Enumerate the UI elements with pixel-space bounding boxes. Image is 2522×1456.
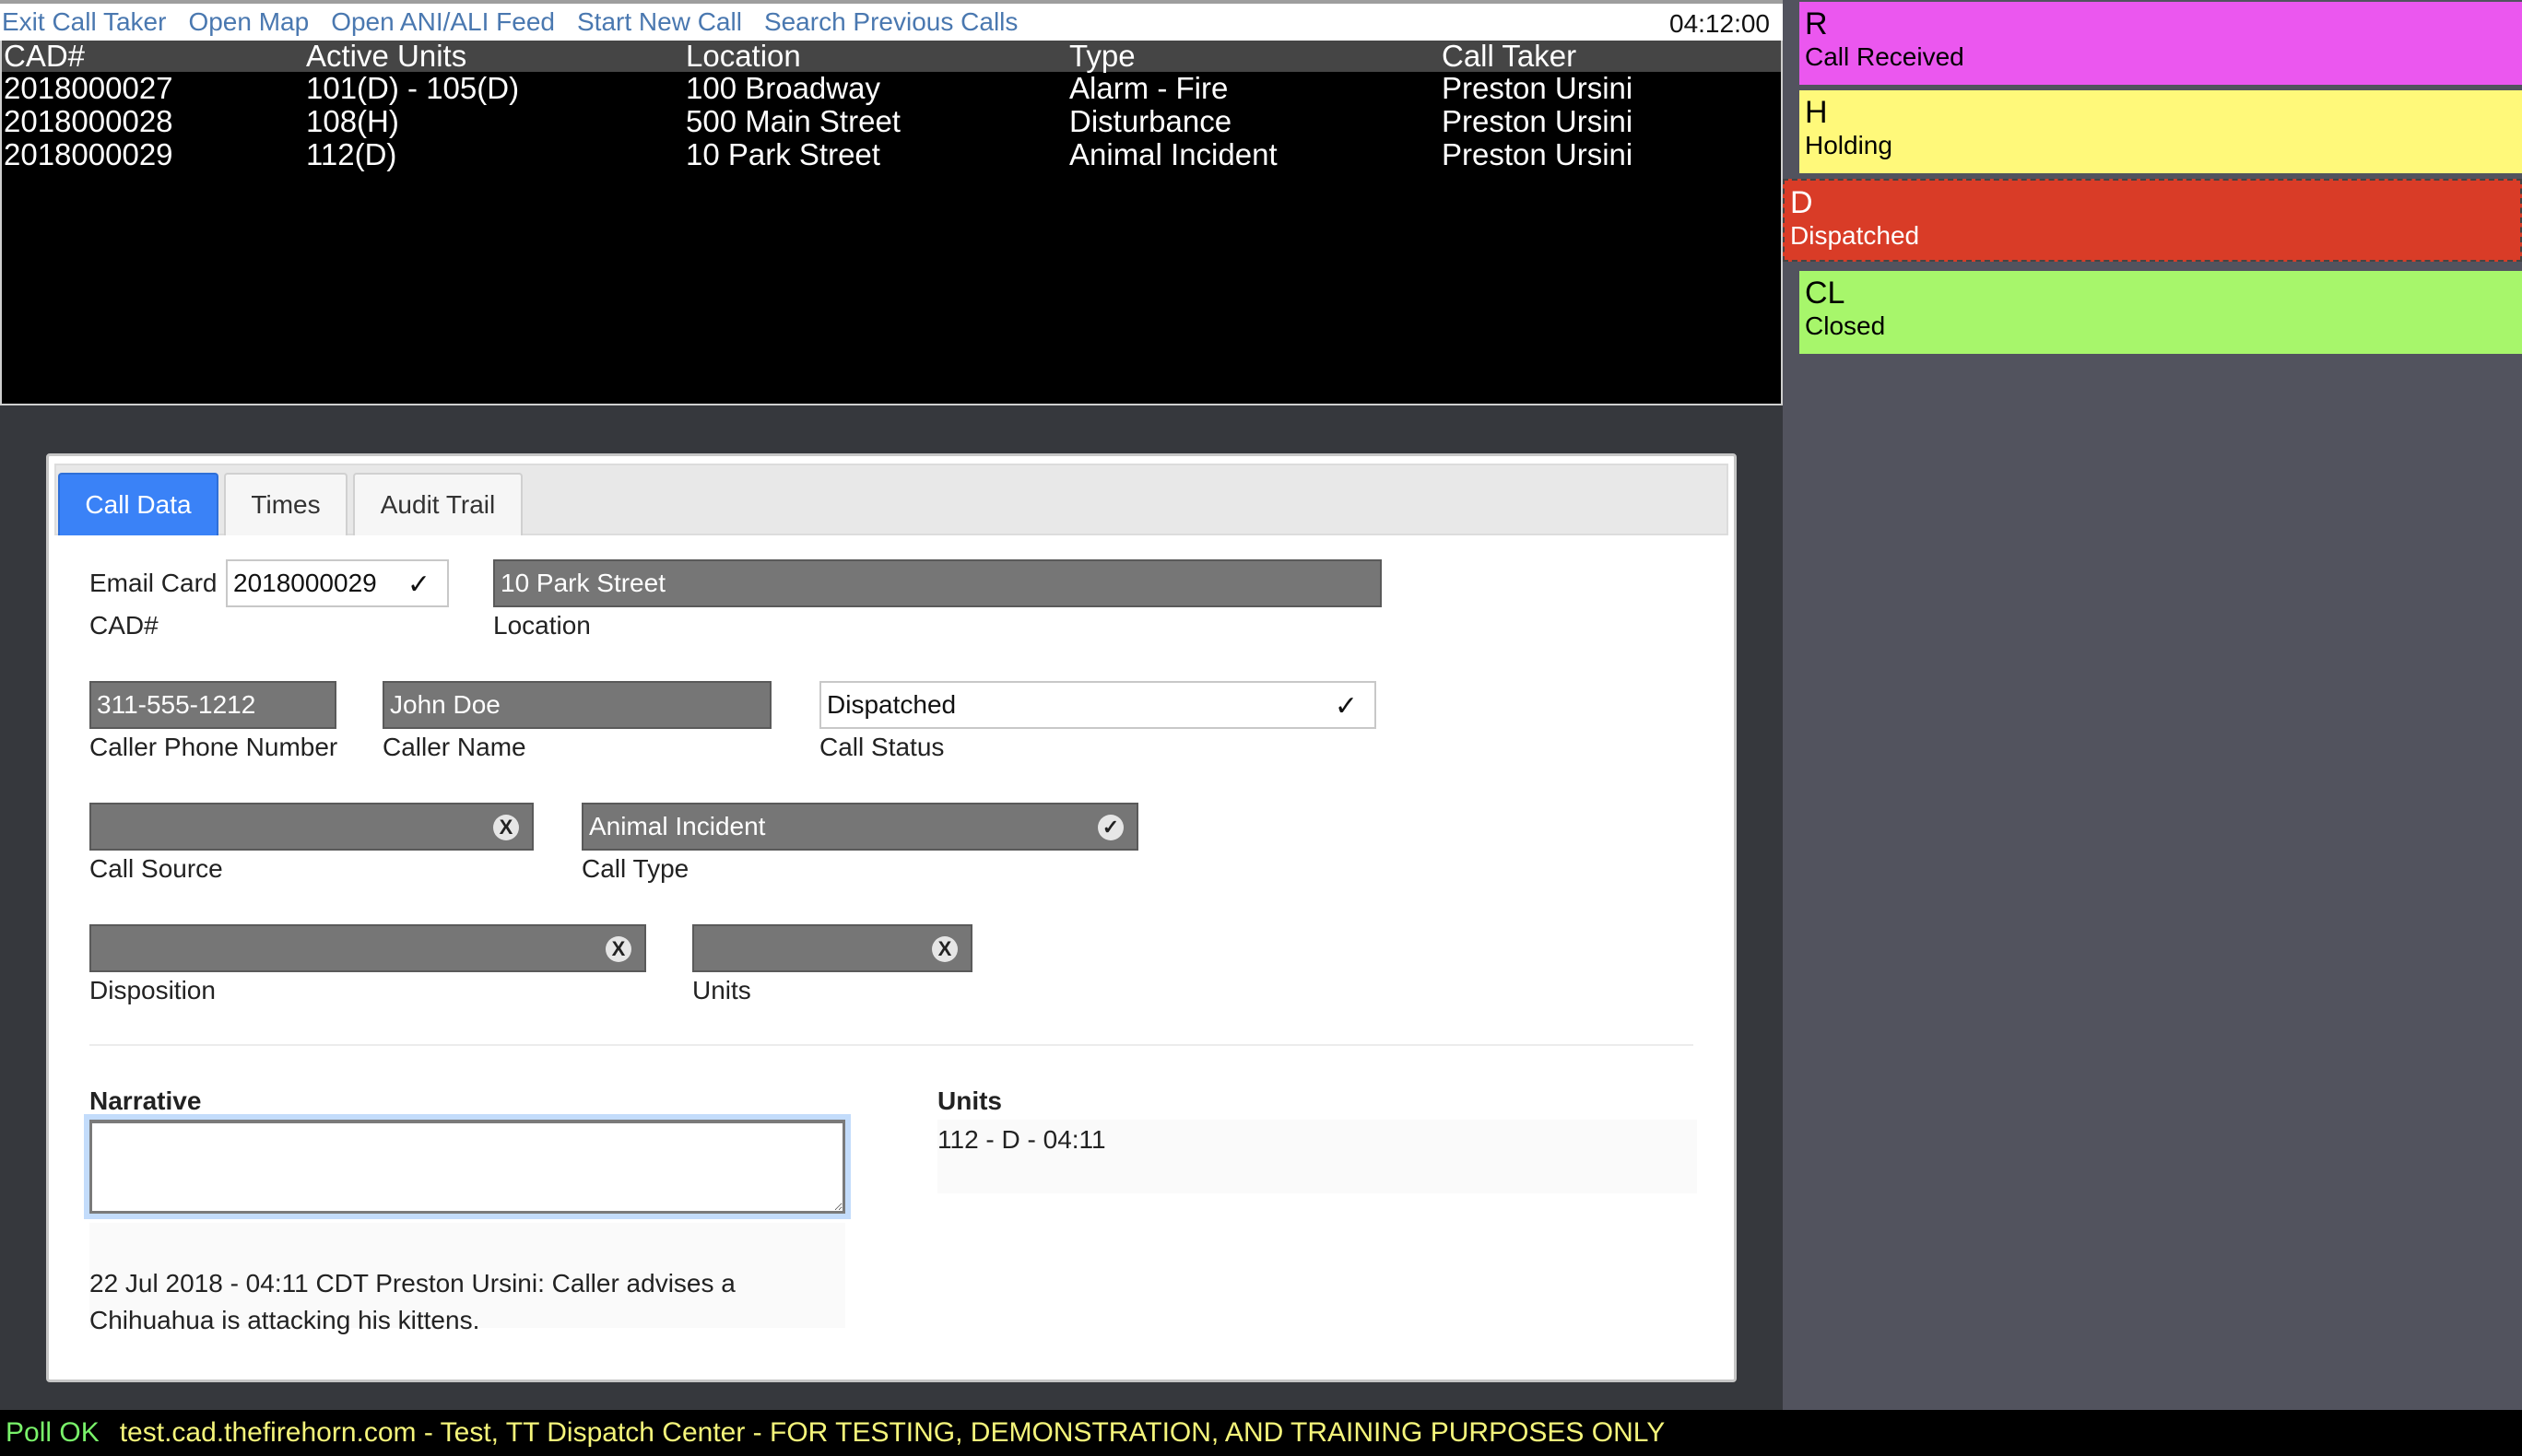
call-status-label: Call Status [819,733,945,761]
status-tile-holding[interactable]: H Holding [1799,90,2522,173]
poll-status: Poll OK [6,1417,100,1448]
narrative-log: 22 Jul 2018 - 04:11 CDT Preston Ursini: … [89,1223,845,1334]
units-select[interactable]: X [692,924,972,972]
email-card-button[interactable]: Email Card [89,569,217,598]
cad-number-select[interactable]: 2018000029 ✓ [226,559,449,607]
site-banner: test.cad.thefirehorn.com - Test, TT Disp… [119,1417,1666,1448]
tab-call-data[interactable]: Call Data [58,473,218,535]
column-header-type[interactable]: Type [1069,39,1136,74]
caller-name-label: Caller Name [383,733,526,761]
column-header-call-taker[interactable]: Call Taker [1442,39,1576,74]
status-name: Call Received [1805,42,1964,71]
column-header-cad[interactable]: CAD# [4,39,85,74]
status-tile-dispatched[interactable]: D Dispatched [1783,179,2522,262]
call-type-label: Call Type [582,854,689,883]
status-name: Holding [1805,131,1892,159]
caller-phone-field[interactable]: 311-555-1212 [89,681,336,729]
cell-location: 10 Park Street [686,137,880,171]
units-section-label: Units [937,1086,1002,1115]
status-panel: R Call Received H Holding D Dispatched C… [1783,0,2522,1410]
status-code: CL [1805,276,1845,311]
call-source-label: Call Source [89,854,223,883]
section-divider [89,1044,1693,1046]
cell-location: 100 Broadway [686,71,880,105]
disposition-select[interactable]: X [89,924,646,972]
nav-links: Exit Call Taker Open Map Open ANI/ALI Fe… [0,7,1018,37]
status-name: Closed [1805,311,1886,340]
tab-times[interactable]: Times [224,473,348,535]
units-list: 112 - D - 04:11 [937,1120,1697,1193]
check-circle-icon[interactable]: ✓ [1098,815,1124,840]
call-detail-panel: Call Data Times Audit Trail Email Card 2… [46,453,1737,1382]
narrative-input[interactable] [84,1114,851,1219]
location-field[interactable]: 10 Park Street [493,559,1382,607]
caller-name-value: John Doe [390,690,501,719]
cell-type: Alarm - Fire [1069,71,1229,105]
call-status-value: Dispatched [827,690,957,719]
status-footer: Poll OK test.cad.thefirehorn.com - Test,… [0,1410,2522,1456]
call-source-select[interactable]: X [89,803,534,851]
start-new-call-link[interactable]: Start New Call [577,7,742,37]
clear-icon[interactable]: X [932,936,958,962]
check-icon: ✓ [407,569,430,600]
tab-audit-trail[interactable]: Audit Trail [353,473,523,535]
column-header-active-units[interactable]: Active Units [306,39,466,74]
top-nav-bar: Exit Call Taker Open Map Open ANI/ALI Fe… [0,0,1783,41]
table-row[interactable]: 2018000027 101(D) - 105(D) 100 Broadway … [2,71,1781,105]
cell-call-taker: Preston Ursini [1442,104,1633,138]
call-type-select[interactable]: Animal Incident ✓ [582,803,1138,851]
unit-entry: 112 - D - 04:11 [937,1125,1106,1154]
clock: 04:12:00 [1669,9,1770,38]
cell-cad: 2018000028 [4,104,173,138]
cell-active-units: 112(D) [306,137,397,171]
cad-number-value: 2018000029 [233,569,377,597]
status-code: H [1805,95,1828,130]
open-ani-ali-feed-link[interactable]: Open ANI/ALI Feed [331,7,555,37]
location-label: Location [493,611,591,640]
cell-cad: 2018000027 [4,71,173,105]
check-icon: ✓ [1334,691,1358,722]
cell-location: 500 Main Street [686,104,901,138]
cell-call-taker: Preston Ursini [1442,71,1633,105]
status-tile-call-received[interactable]: R Call Received [1799,2,2522,85]
tab-bar: Call Data Times Audit Trail [54,464,1728,535]
cell-active-units: 101(D) - 105(D) [306,71,520,105]
status-code: D [1790,185,1813,220]
column-header-location[interactable]: Location [686,39,801,74]
cell-cad: 2018000029 [4,137,173,171]
call-status-select[interactable]: Dispatched ✓ [819,681,1376,729]
cell-type: Animal Incident [1069,137,1278,171]
disposition-label: Disposition [89,976,216,1004]
units-label: Units [692,976,751,1004]
clear-icon[interactable]: X [493,815,519,840]
cell-active-units: 108(H) [306,104,399,138]
table-row[interactable]: 2018000029 112(D) 10 Park Street Animal … [2,137,1781,171]
table-header: CAD# Active Units Location Type Call Tak… [2,39,1781,74]
clear-icon[interactable]: X [606,936,631,962]
table-row[interactable]: 2018000028 108(H) 500 Main Street Distur… [2,104,1781,138]
active-calls-table: CAD# Active Units Location Type Call Tak… [0,39,1783,405]
cell-call-taker: Preston Ursini [1442,137,1633,171]
cad-label: CAD# [89,611,159,640]
location-value: 10 Park Street [501,569,666,597]
narrative-entry-line: 22 Jul 2018 - 04:11 CDT Preston Ursini: … [89,1269,736,1297]
narrative-label: Narrative [89,1086,202,1115]
exit-call-taker-link[interactable]: Exit Call Taker [2,7,166,37]
search-previous-calls-link[interactable]: Search Previous Calls [764,7,1018,37]
call-type-value: Animal Incident [589,812,766,840]
narrative-entry-line: Chihuahua is attacking his kittens. [89,1306,480,1334]
open-map-link[interactable]: Open Map [188,7,309,37]
status-name: Dispatched [1790,221,1920,250]
caller-name-field[interactable]: John Doe [383,681,772,729]
caller-phone-value: 311-555-1212 [97,690,256,719]
status-code: R [1805,6,1828,41]
caller-phone-label: Caller Phone Number [89,733,338,761]
status-tile-closed[interactable]: CL Closed [1799,271,2522,354]
cell-type: Disturbance [1069,104,1232,138]
